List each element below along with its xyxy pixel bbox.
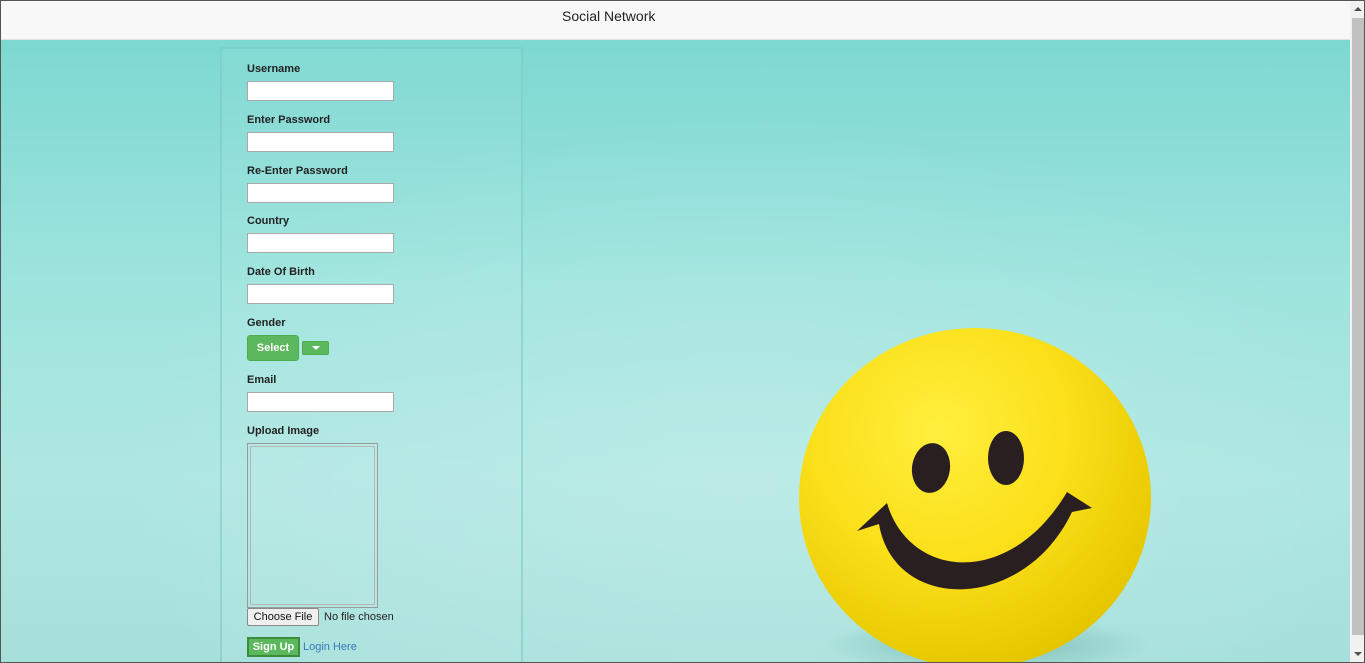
email-input[interactable] (247, 392, 394, 412)
navbar: Social Network (1, 1, 1350, 40)
repassword-label: Re-Enter Password (247, 165, 348, 177)
signup-button[interactable]: Sign Up (247, 637, 300, 657)
country-label: Country (247, 215, 290, 227)
image-preview-frame (250, 446, 375, 605)
email-label: Email (247, 374, 277, 386)
arrow-up-icon (1354, 7, 1362, 11)
username-input[interactable] (247, 81, 394, 101)
dob-label: Date Of Birth (247, 266, 315, 278)
background-image (1, 40, 1350, 662)
scroll-up-button[interactable] (1350, 1, 1364, 17)
gender-select-button[interactable]: Select (247, 335, 299, 361)
smiley-face-icon (857, 431, 1092, 590)
gender-dropdown-toggle[interactable] (302, 341, 329, 355)
brand-title[interactable]: Social Network (562, 8, 655, 24)
no-file-text: No file chosen (324, 611, 394, 623)
caret-down-icon (311, 346, 320, 350)
vertical-scrollbar[interactable] (1350, 1, 1364, 662)
password-input[interactable] (247, 132, 394, 152)
arrow-down-icon (1354, 652, 1362, 656)
country-input[interactable] (247, 233, 394, 253)
password-label: Enter Password (247, 114, 331, 126)
dob-input[interactable] (247, 284, 394, 304)
repassword-input[interactable] (247, 183, 394, 203)
choose-file-button[interactable]: Choose File (247, 608, 319, 626)
scroll-thumb[interactable] (1352, 18, 1364, 635)
username-label: Username (247, 63, 301, 75)
image-preview-box (247, 443, 378, 608)
browser-window: Social Network Username Enter Password R… (0, 0, 1365, 663)
smiley-ball-image (799, 328, 1151, 662)
upload-label: Upload Image (247, 425, 320, 437)
login-link[interactable]: Login Here (303, 641, 357, 653)
scroll-down-button[interactable] (1350, 646, 1364, 662)
gender-label: Gender (247, 317, 286, 329)
